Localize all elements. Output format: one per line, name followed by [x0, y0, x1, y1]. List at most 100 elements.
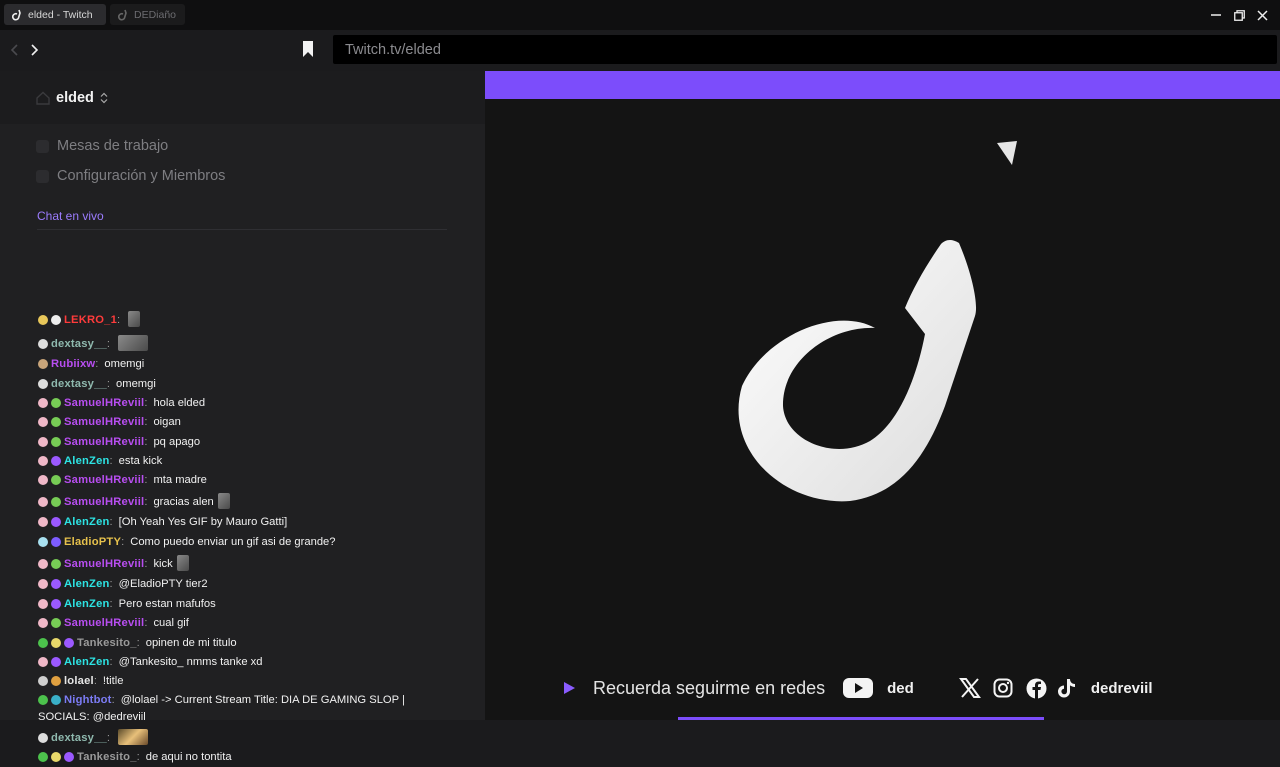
badge-icon: [38, 638, 48, 648]
chat-separator: :: [144, 397, 148, 409]
minimize-button[interactable]: [1207, 6, 1225, 24]
badge-icon: [38, 537, 48, 547]
chat-username[interactable]: SamuelHReviil: [64, 617, 144, 629]
chat-badges: [38, 657, 64, 672]
bookmark-button[interactable]: [302, 40, 316, 60]
badge-icon: [38, 456, 48, 466]
chat-username[interactable]: AlenZen: [64, 455, 110, 467]
pointer-shape: [997, 141, 1017, 165]
minimize-icon: [1211, 14, 1221, 16]
chat-username[interactable]: AlenZen: [64, 516, 110, 528]
restore-button[interactable]: [1230, 6, 1248, 24]
chat-badges: [38, 437, 64, 452]
chat-text: @Tankesito_ nmms tanke xd: [118, 656, 263, 668]
chat-message: Rubiixw: omemgi: [38, 357, 458, 374]
chat-badges: [38, 752, 77, 767]
chat-username[interactable]: SamuelHReviil: [64, 474, 144, 486]
badge-icon: [51, 657, 61, 667]
chat-badges: [38, 497, 64, 512]
chat-username[interactable]: SamuelHReviil: [64, 416, 144, 428]
chat-separator: :: [136, 751, 140, 763]
tab-elded-twitch[interactable]: elded - Twitch: [4, 4, 106, 25]
chat-username[interactable]: SamuelHReviil: [64, 558, 144, 570]
chat-badges: [38, 618, 64, 633]
chat-message: EladioPTY: Como puedo enviar un gif asi d…: [38, 535, 458, 552]
badge-icon: [51, 695, 61, 705]
badge-icon: [64, 752, 74, 762]
chat-separator: :: [144, 558, 148, 570]
chat-username[interactable]: LEKRO_1: [64, 314, 117, 326]
chat-message: SamuelHReviil: gracias alen: [38, 493, 458, 512]
socials-handle: dedreviil: [1090, 679, 1153, 697]
title-bar: elded - Twitch DEDiaño: [0, 0, 1280, 30]
chat-username[interactable]: Nightbot: [64, 694, 112, 706]
chat-username[interactable]: SamuelHReviil: [64, 496, 144, 508]
chat-separator: :: [109, 516, 113, 528]
x-twitter-icon: [958, 678, 981, 698]
tab-dediano[interactable]: DEDiaño: [110, 4, 185, 25]
badge-icon: [51, 315, 61, 325]
address-bar-row: Twitch.tv/elded: [0, 30, 1280, 70]
chat-badges: [38, 599, 64, 614]
badge-icon: [38, 339, 48, 349]
workspace-icon: [36, 139, 49, 153]
chat-message: dextasy__:: [38, 729, 458, 748]
chat-username[interactable]: lolael: [64, 675, 94, 687]
chat-text: omemgi: [104, 358, 145, 370]
chat-separator: :: [144, 416, 148, 428]
chat-section-label[interactable]: Chat en vivo: [37, 209, 104, 223]
chat-username[interactable]: AlenZen: [64, 578, 110, 590]
sidebar: elded Mesas de trabajo Configuración y M…: [0, 71, 485, 763]
chat-username[interactable]: dextasy__: [51, 732, 107, 744]
chat-username[interactable]: Tankesito_: [77, 637, 137, 649]
chat-badges: [38, 537, 64, 552]
stream-player[interactable]: Recuerda seguirme en redes ded dedreviil: [485, 71, 1280, 720]
chat-message: SamuelHReviil: oigan: [38, 415, 458, 432]
badge-icon: [38, 417, 48, 427]
menu-item-settings[interactable]: Configuración y Miembros: [36, 166, 225, 186]
chat-separator: :: [106, 732, 111, 744]
url-input[interactable]: Twitch.tv/elded: [333, 35, 1277, 64]
chat-username[interactable]: Rubiixw: [51, 358, 95, 370]
chat-text: kick: [153, 558, 173, 570]
back-button[interactable]: [6, 40, 22, 60]
restore-icon: [1233, 9, 1245, 21]
chat-message: AlenZen: @Tankesito_ nmms tanke xd: [38, 655, 458, 672]
chat-badges: [38, 417, 64, 432]
chat-message: Tankesito_: de aqui no tontita: [38, 750, 458, 767]
badge-icon: [38, 559, 48, 569]
socials-footer: Recuerda seguirme en redes ded dedreviil: [562, 674, 1153, 702]
chat-message: SamuelHReviil: mta madre: [38, 473, 458, 490]
chat-separator: :: [121, 536, 125, 548]
chat-username[interactable]: SamuelHReviil: [64, 397, 144, 409]
chat-username[interactable]: AlenZen: [64, 598, 110, 610]
badge-icon: [51, 475, 61, 485]
chat-separator: :: [106, 378, 111, 390]
chat-separator: :: [109, 455, 113, 467]
chat-separator: :: [144, 496, 148, 508]
chat-text: oigan: [153, 416, 181, 428]
chat-separator: :: [117, 314, 121, 326]
chat-badges: [38, 517, 64, 532]
bookmark-icon: [303, 41, 313, 57]
chat-username[interactable]: dextasy__: [51, 338, 107, 350]
chat-message: SamuelHReviil: pq apago: [38, 435, 458, 452]
chat-username[interactable]: AlenZen: [64, 656, 110, 668]
chat-text: mta madre: [153, 474, 207, 486]
close-button[interactable]: [1253, 6, 1271, 24]
forward-button[interactable]: [27, 40, 43, 60]
badge-icon: [38, 733, 48, 743]
chat-username[interactable]: dextasy__: [51, 378, 107, 390]
chat-username[interactable]: Tankesito_: [77, 751, 137, 763]
chat-username[interactable]: SamuelHReviil: [64, 436, 144, 448]
home-icon: [36, 91, 50, 105]
workspace-switcher[interactable]: elded: [0, 71, 485, 124]
chat-text: pq apago: [153, 436, 201, 448]
menu-item-workspaces[interactable]: Mesas de trabajo: [36, 136, 168, 156]
chat-username[interactable]: EladioPTY: [64, 536, 121, 548]
badge-icon: [38, 579, 48, 589]
chat-separator: :: [136, 637, 140, 649]
badge-icon: [38, 599, 48, 609]
badge-icon: [51, 599, 61, 609]
badge-icon: [51, 752, 61, 762]
